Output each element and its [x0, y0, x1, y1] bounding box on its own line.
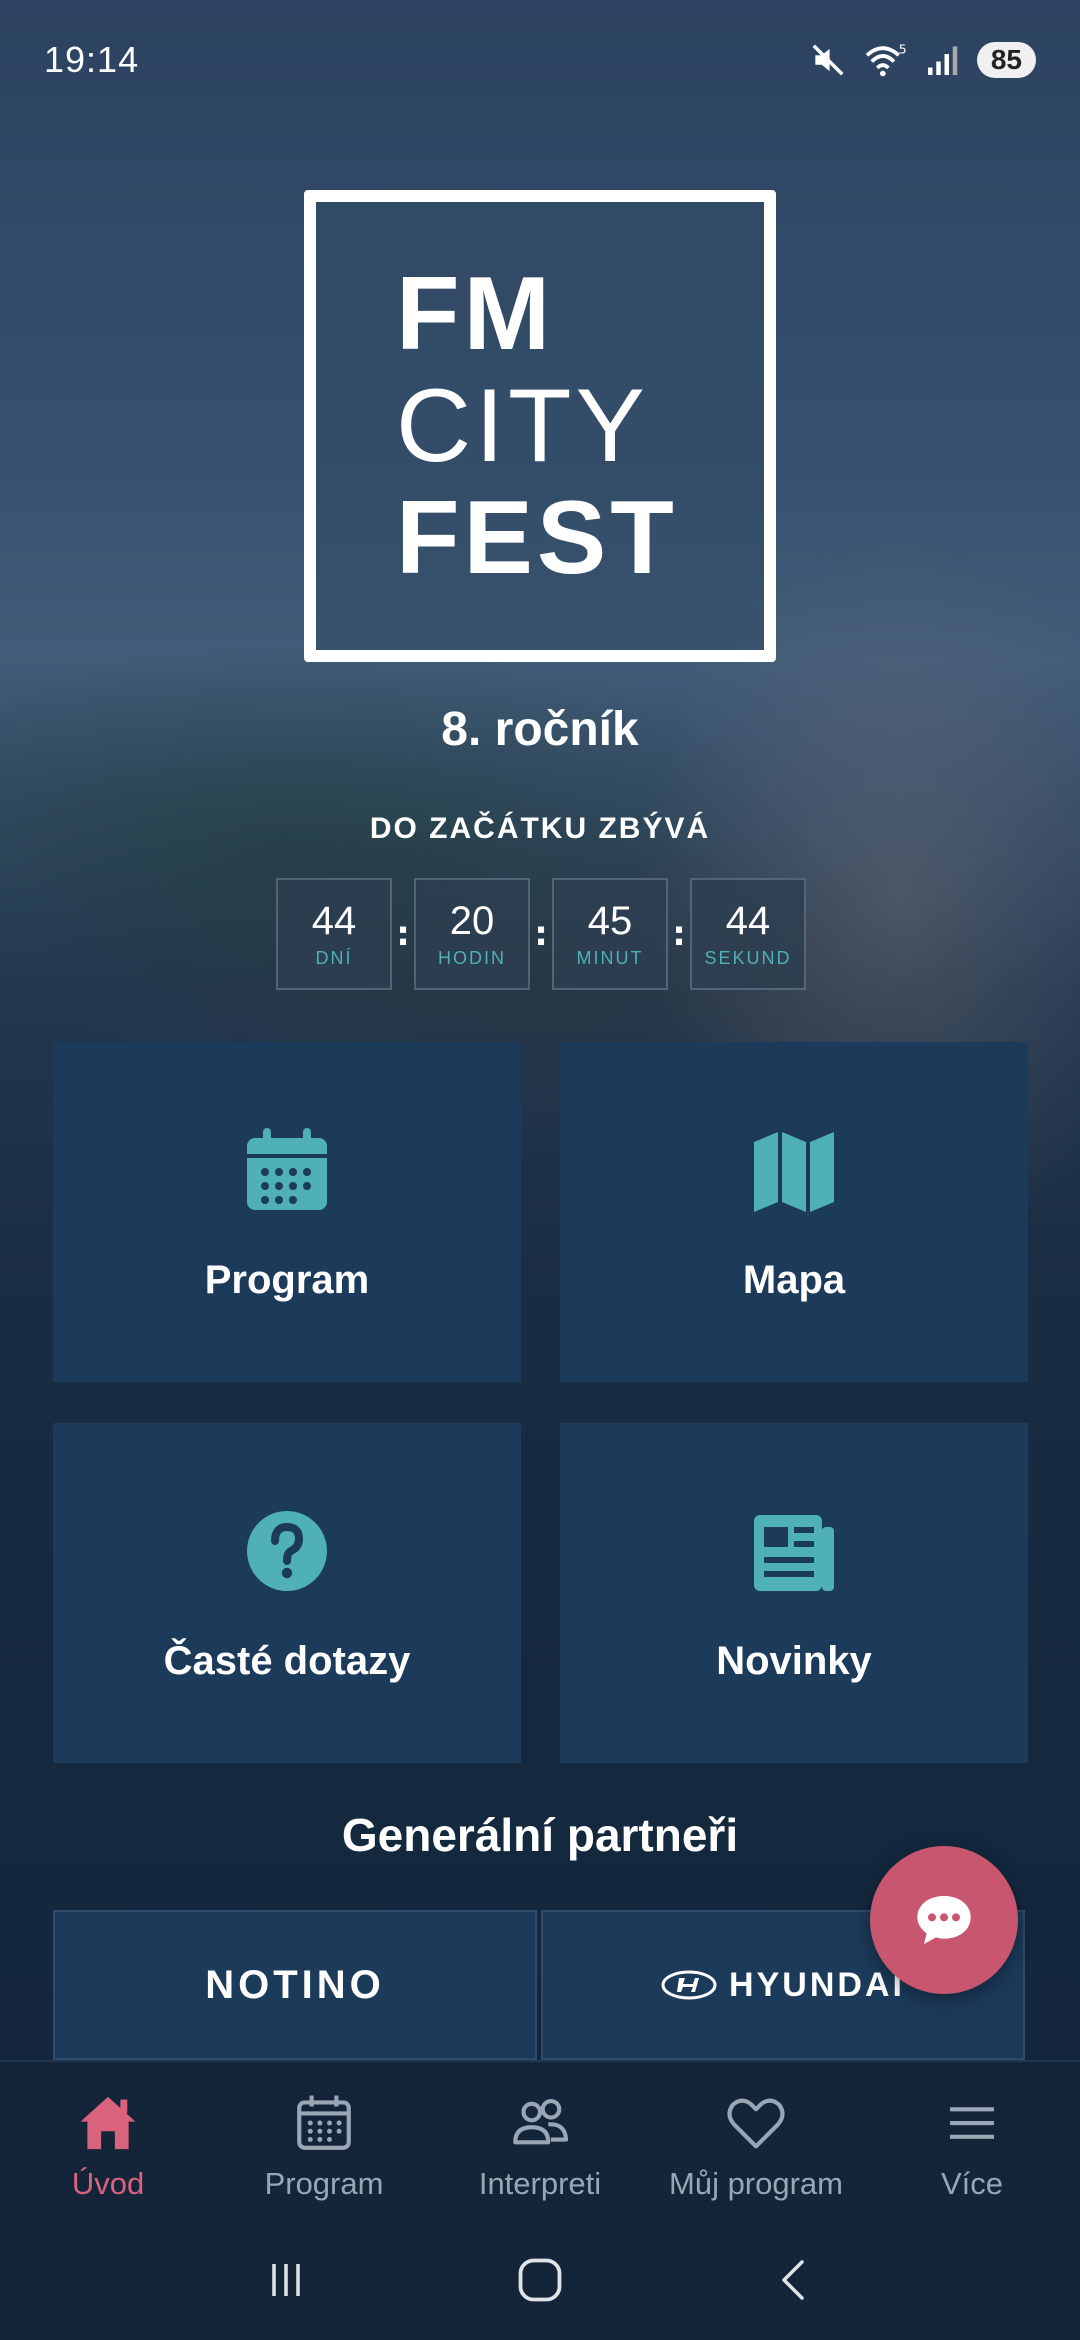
- nav-item-home[interactable]: Úvod: [0, 2062, 216, 2220]
- countdown-label: MINUT: [576, 948, 644, 968]
- tile-news[interactable]: Novinky: [560, 1423, 1028, 1763]
- nav-item-artists[interactable]: Interpreti: [432, 2062, 648, 2220]
- nav-label: Můj program: [669, 2166, 843, 2201]
- calendar-icon: [297, 2095, 351, 2150]
- partner-name: NOTINO: [205, 1962, 385, 2007]
- mute-icon: [812, 44, 844, 76]
- partner-hyundai-logo: HYUNDAI: [661, 1966, 905, 2005]
- hyundai-logo-icon: [661, 1970, 717, 2000]
- home-button-icon[interactable]: [514, 2254, 566, 2306]
- system-navigation-bar: [0, 2220, 1080, 2340]
- countdown: 44 DNÍ : 20 HODIN : 45 MINUT : 44 SEKUND: [276, 878, 806, 990]
- fm-city-fest-logo: FM CITY FEST: [304, 190, 776, 662]
- tile-program[interactable]: Program: [53, 1042, 521, 1382]
- people-icon: [513, 2098, 569, 2145]
- logo-line-fest: FEST: [396, 480, 678, 596]
- map-icon: [754, 1131, 834, 1212]
- tile-label: Novinky: [716, 1638, 872, 1683]
- nav-label: Interpreti: [478, 2166, 602, 2201]
- countdown-hours: 20 HODIN: [414, 878, 530, 990]
- nav-item-program[interactable]: Program: [216, 2062, 432, 2220]
- countdown-value: 45: [587, 899, 633, 943]
- tile-label: Program: [204, 1257, 370, 1302]
- partner-name: HYUNDAI: [729, 1965, 905, 2004]
- nav-item-more[interactable]: Více: [864, 2062, 1080, 2220]
- back-icon[interactable]: [770, 2256, 818, 2304]
- countdown-label: DNÍ: [315, 948, 353, 968]
- wifi-icon: 5: [865, 42, 907, 77]
- tile-label: Časté dotazy: [163, 1638, 411, 1683]
- countdown-seconds: 44 SEKUND: [690, 878, 806, 990]
- status-icons: 5 85: [809, 41, 1036, 79]
- tile-label: Mapa: [742, 1257, 846, 1302]
- countdown-label: HODIN: [438, 948, 506, 968]
- countdown-days: 44 DNÍ: [276, 878, 392, 990]
- home-icon: [80, 2096, 136, 2150]
- menu-icon: [950, 2107, 994, 2139]
- chat-icon: [917, 1896, 971, 1944]
- heart-icon: [727, 2098, 785, 2149]
- countdown-value: 44: [311, 899, 357, 943]
- partner-notino[interactable]: NOTINO: [53, 1910, 537, 2060]
- status-time: 19:14: [44, 39, 140, 80]
- countdown-value: 20: [449, 899, 495, 943]
- countdown-separator: :: [534, 914, 548, 954]
- countdown-title: DO ZAČÁTKU ZBÝVÁ: [369, 812, 711, 845]
- nav-label: Program: [264, 2166, 384, 2201]
- tile-faq[interactable]: Časté dotazy: [53, 1423, 521, 1763]
- recent-apps-icon[interactable]: [262, 2256, 310, 2304]
- edition-title: 8. ročník: [441, 703, 639, 756]
- countdown-separator: :: [396, 914, 410, 954]
- nav-label: Více: [940, 2166, 1004, 2201]
- countdown-minutes: 45 MINUT: [552, 878, 668, 990]
- signal-icon: [927, 46, 958, 75]
- question-icon: [247, 1510, 327, 1591]
- logo-line-city: CITY: [396, 368, 649, 484]
- chat-button[interactable]: [870, 1846, 1018, 1994]
- status-bar: 19:14 5 85: [0, 0, 1080, 120]
- countdown-value: 44: [725, 899, 771, 943]
- countdown-separator: :: [672, 914, 686, 954]
- bottom-navigation: Úvod Program Interpreti Můj program Více: [0, 2060, 1080, 2220]
- battery-icon: 85: [976, 42, 1036, 78]
- nav-item-my-program[interactable]: Můj program: [648, 2062, 864, 2220]
- nav-label: Úvod: [71, 2166, 145, 2201]
- calendar-icon: [247, 1127, 327, 1210]
- tile-map[interactable]: Mapa: [560, 1042, 1028, 1382]
- countdown-label: SEKUND: [704, 948, 792, 968]
- newspaper-icon: [754, 1514, 834, 1591]
- logo-line-fm: FM: [396, 256, 555, 372]
- svg-text:5: 5: [899, 42, 907, 57]
